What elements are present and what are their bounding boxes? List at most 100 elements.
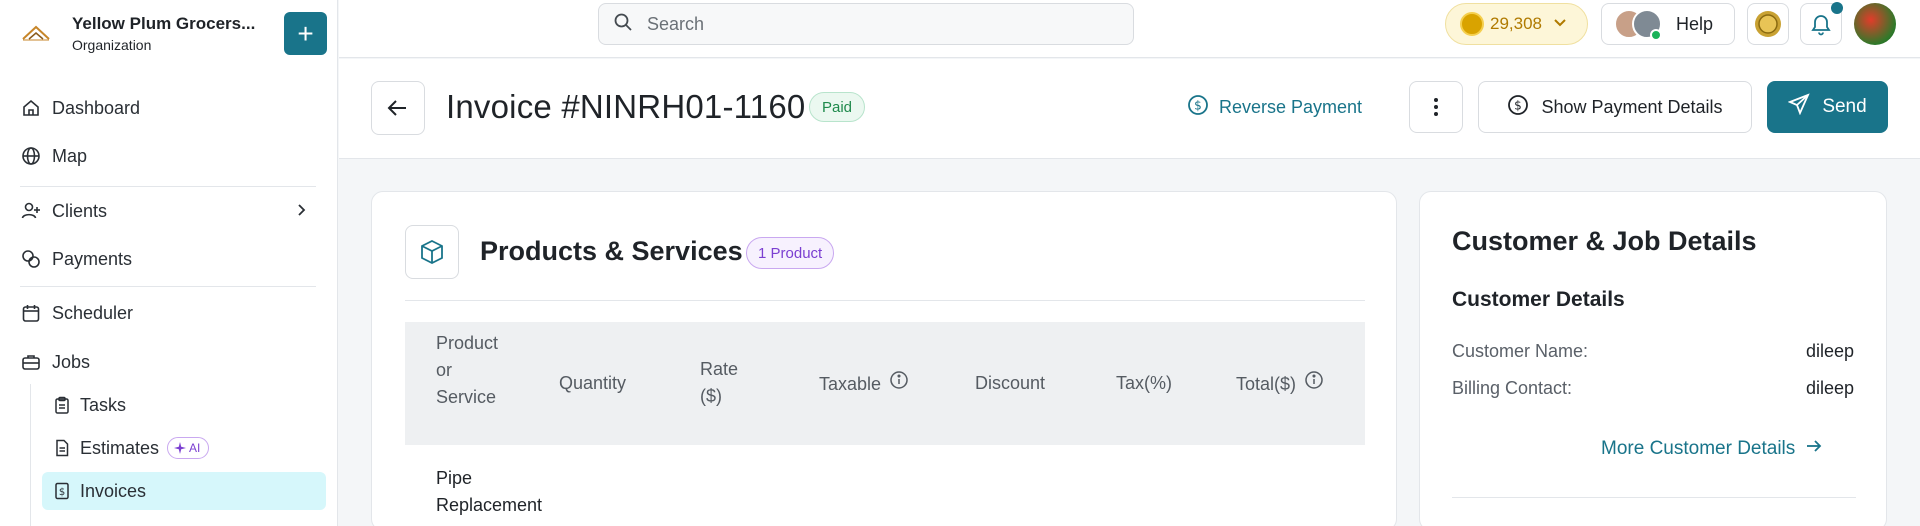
show-payment-details-button[interactable]: $ Show Payment Details — [1478, 81, 1752, 133]
sidebar-divider — [20, 186, 316, 187]
billing-contact-value: dileep — [1805, 378, 1854, 398]
arrow-left-icon — [387, 100, 406, 116]
section-title: Customer & Job Details — [1452, 226, 1757, 256]
column-header-quantity: Quantity — [559, 373, 627, 393]
sidebar-item-label: Map — [52, 145, 88, 166]
column-header-taxable: Taxable — [819, 370, 909, 398]
sidebar-item-label: Tasks — [80, 394, 127, 415]
sidebar-item-label: Clients — [52, 200, 108, 221]
support-avatars — [1614, 7, 1666, 41]
more-options-button[interactable] — [1409, 81, 1463, 133]
add-button[interactable]: + — [284, 12, 327, 55]
sidebar-item-scheduler[interactable]: Scheduler — [20, 293, 320, 333]
package-icon — [405, 225, 459, 279]
product-count-badge: 1 Product — [746, 237, 835, 269]
section-divider — [405, 300, 1365, 301]
back-button[interactable] — [371, 81, 425, 135]
org-subtitle: Organization — [72, 36, 152, 53]
coins-balance-dropdown[interactable]: 29,308 — [1445, 3, 1588, 45]
coins-icon — [20, 248, 42, 270]
section-subtitle: Customer Details — [1452, 288, 1625, 311]
notification-dot — [1831, 2, 1843, 14]
sparkle-icon — [174, 442, 187, 454]
send-button[interactable]: Send — [1767, 81, 1888, 133]
search-icon — [613, 12, 633, 37]
svg-text:$: $ — [1515, 98, 1523, 112]
org-switcher[interactable]: Yellow Plum Grocers... Organization + — [20, 10, 327, 56]
help-button[interactable]: Help — [1601, 3, 1735, 45]
customer-name-label: Customer Name: — [1452, 341, 1589, 361]
app-root: Yellow Plum Grocers... Organization + Da… — [0, 0, 1920, 526]
briefcase-icon — [20, 351, 42, 373]
chevron-down-icon — [1552, 14, 1568, 35]
info-icon[interactable] — [1304, 370, 1324, 398]
calendar-icon — [20, 302, 42, 324]
sidebar-item-map[interactable]: Map — [20, 136, 320, 176]
notifications-button[interactable] — [1800, 2, 1843, 45]
user-avatar[interactable] — [1854, 3, 1896, 45]
billing-contact-label: Billing Contact: — [1452, 378, 1573, 398]
arrow-right-icon — [1805, 437, 1823, 461]
column-header-tax: Tax(%) — [1116, 373, 1173, 393]
product-name: Pipe — [436, 468, 473, 488]
rewards-button[interactable] — [1747, 3, 1789, 45]
top-bar: 29,308 Help — [339, 0, 1920, 58]
sidebar-item-label: Dashboard — [52, 97, 141, 118]
sidebar-item-tasks[interactable]: Tasks — [42, 386, 326, 424]
info-icon[interactable] — [889, 370, 909, 398]
sidebar-item-clients[interactable]: Clients — [20, 191, 320, 231]
user-plus-icon — [20, 200, 42, 222]
search-box[interactable] — [598, 3, 1134, 45]
clipboard-icon — [52, 395, 72, 415]
sidebar-item-estimates[interactable]: Estimates AI — [42, 429, 326, 467]
products-services-card: Products & Services 1 Product Product or… — [371, 191, 1397, 526]
org-name: Yellow Plum Grocers... — [72, 13, 256, 33]
document-icon — [52, 438, 72, 458]
sidebar-item-jobs[interactable]: Jobs — [20, 342, 320, 382]
section-title: Products & Services — [480, 236, 743, 266]
help-label: Help — [1676, 13, 1714, 34]
sidebar: Yellow Plum Grocers... Organization + Da… — [0, 0, 338, 526]
column-header-discount: Discount — [975, 373, 1046, 393]
invoice-header: Invoice #NINRH01-1160 Paid $ Reverse Pay… — [339, 59, 1920, 159]
sidebar-item-payments[interactable]: Payments — [20, 239, 320, 279]
column-header-total: Total($) — [1236, 370, 1324, 398]
dollar-receipt-icon: $ — [52, 481, 72, 501]
sidebar-divider — [20, 286, 316, 287]
svg-text:$: $ — [1194, 98, 1202, 112]
sidebar-item-label: Jobs — [52, 351, 91, 372]
sidebar-item-label: Invoices — [80, 480, 147, 501]
more-customer-details-link[interactable]: More Customer Details — [1601, 437, 1823, 461]
dollar-circle-icon: $ — [1507, 94, 1529, 121]
chevron-right-icon — [292, 201, 310, 224]
online-status-dot — [1650, 29, 1662, 41]
gold-medal-icon — [1755, 11, 1781, 37]
reverse-payment-button[interactable]: $ Reverse Payment — [1187, 83, 1362, 131]
column-header-product: Product or Service — [436, 333, 499, 407]
org-logo-icon — [20, 17, 52, 49]
ai-badge: AI — [167, 437, 210, 459]
section-divider — [1452, 497, 1856, 498]
svg-text:$: $ — [59, 487, 65, 498]
sidebar-item-label: Estimates — [80, 437, 160, 458]
send-icon — [1787, 93, 1811, 121]
sidebar-item-label: Scheduler — [52, 302, 134, 323]
status-badge: Paid — [809, 92, 866, 122]
bell-icon — [1811, 15, 1831, 36]
kebab-menu-icon — [1434, 98, 1438, 116]
table-header: Product or Service Quantity Rate ($) Tax… — [405, 322, 1365, 445]
submenu-guide-line — [30, 384, 31, 526]
sidebar-item-dashboard[interactable]: Dashboard — [20, 88, 320, 128]
sidebar-item-label: Payments — [52, 248, 133, 269]
table-row: Pipe Replacement — [436, 465, 542, 519]
product-name: Replacement — [436, 495, 543, 515]
page-title: Invoice #NINRH01-1160 — [446, 88, 806, 125]
column-header-rate: Rate ($) — [700, 359, 739, 406]
coin-icon — [1460, 12, 1484, 36]
search-input[interactable] — [647, 13, 1107, 35]
globe-icon — [20, 145, 42, 167]
customer-name-value: dileep — [1805, 341, 1854, 361]
sidebar-item-invoices[interactable]: $ Invoices — [42, 472, 326, 510]
home-icon — [20, 97, 42, 119]
customer-job-details-card: Customer & Job Details Customer Details … — [1419, 191, 1887, 526]
